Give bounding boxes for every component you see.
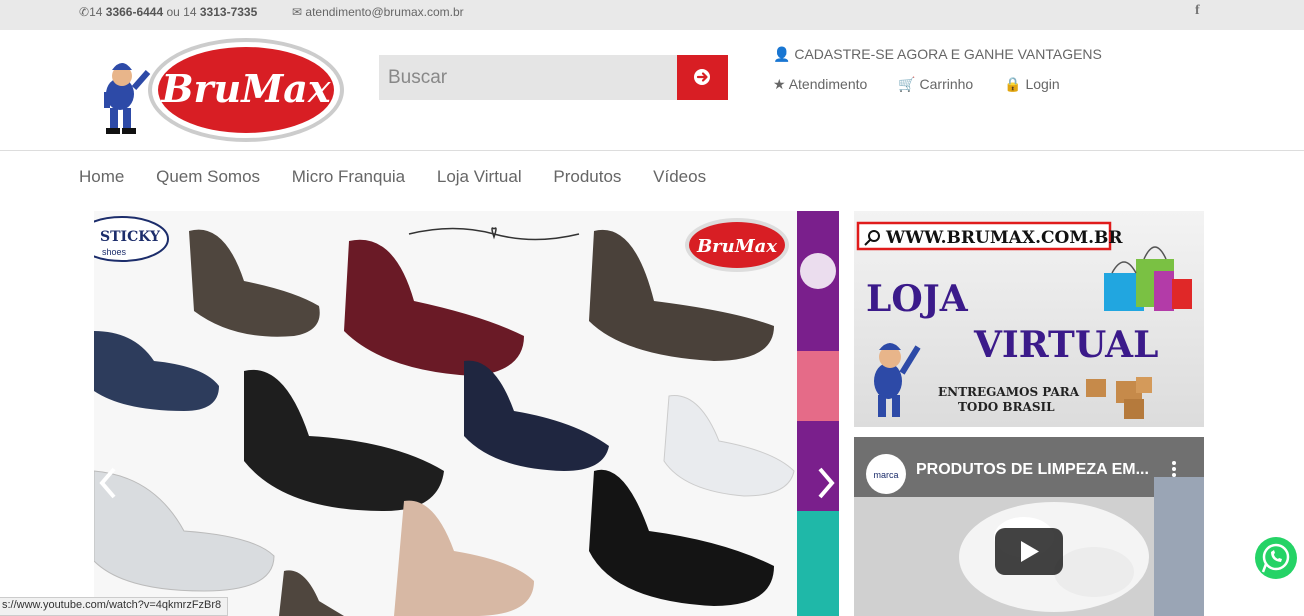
brumax-small-logo-text: BruMax xyxy=(696,236,777,257)
envelope-icon: ✉ xyxy=(292,5,303,19)
cart-icon: 🛒 xyxy=(898,76,916,92)
whatsapp-icon xyxy=(1255,537,1297,579)
phone-prefix: 14 xyxy=(89,5,103,19)
banner-title-line2: VIRTUAL xyxy=(973,324,1158,366)
mascot-icon xyxy=(874,343,921,417)
search-button[interactable] xyxy=(677,55,728,100)
brumax-logo[interactable]: BruMax xyxy=(96,36,346,144)
shopping-bags-icon xyxy=(1104,246,1192,311)
shoes-banner-image: STICKY shoes BruMax xyxy=(94,211,839,616)
phone-separator: ou 14 xyxy=(166,5,197,19)
nav-item-quem-somos[interactable]: Quem Somos xyxy=(156,167,260,187)
logo-text: BruMax xyxy=(160,66,331,111)
phone-number-1: 3366-6444 xyxy=(105,5,164,19)
header: BruMax 👤 CADAS xyxy=(0,30,1304,151)
user-icon: 👤 xyxy=(773,46,791,62)
more-vert-icon[interactable] xyxy=(1172,461,1176,477)
signup-promo-text[interactable]: CADASTRE-SE AGORA E GANHE VANTAGENS xyxy=(794,46,1102,62)
top-bar: ✆14 3366-6444 ou 14 3313-7335 ✉ atendime… xyxy=(0,0,1304,30)
banner-delivery-line1: ENTREGAMOS PARA xyxy=(938,385,1080,399)
nav-item-home[interactable]: Home xyxy=(79,167,124,187)
loja-virtual-banner[interactable]: WWW.BRUMAX.COM.BR LOJA VIRTUAL ENTREGAMO… xyxy=(854,211,1204,427)
search-box xyxy=(379,55,728,100)
signup-promo[interactable]: 👤 CADASTRE-SE AGORA E GANHE VANTAGENS xyxy=(773,46,1102,66)
nav-item-micro-franquia[interactable]: Micro Franquia xyxy=(292,167,405,187)
hero-slider[interactable]: STICKY shoes BruMax xyxy=(94,211,839,616)
sticky-brand-sub: shoes xyxy=(102,247,127,257)
search-input[interactable] xyxy=(379,55,677,100)
banner-url: WWW.BRUMAX.COM.BR xyxy=(885,228,1123,248)
nav-item-loja-virtual[interactable]: Loja Virtual xyxy=(437,167,522,187)
youtube-video-embed[interactable]: marca PRODUTOS DE LIMPEZA EM... xyxy=(854,437,1204,616)
login-label[interactable]: Login xyxy=(1025,76,1059,92)
channel-name: marca xyxy=(873,470,898,480)
star-icon: ★ xyxy=(773,76,786,92)
account-area: 👤 CADASTRE-SE AGORA E GANHE VANTAGENS ★ … xyxy=(773,46,1102,92)
boxes-icon xyxy=(1086,377,1152,419)
whatsapp-button[interactable] xyxy=(1254,536,1298,580)
email-text[interactable]: atendimento@brumax.com.br xyxy=(305,5,463,19)
main-nav: Home Quem Somos Micro Franquia Loja Virt… xyxy=(79,167,733,187)
nav-item-produtos[interactable]: Produtos xyxy=(553,167,621,187)
banner-delivery-line2: TODO BRASIL xyxy=(958,400,1055,414)
lock-icon: 🔒 xyxy=(1004,76,1022,92)
status-url: s://www.youtube.com/watch?v=4qkmrzFzBr8 xyxy=(2,599,222,611)
browser-status-bar: s://www.youtube.com/watch?v=4qkmrzFzBr8 xyxy=(0,597,229,616)
sticky-brand-text: STICKY xyxy=(100,229,161,245)
login-link[interactable]: 🔒 Login xyxy=(1004,76,1060,93)
video-title[interactable]: PRODUTOS DE LIMPEZA EM... xyxy=(916,461,1149,478)
mascot-icon xyxy=(104,63,151,134)
phone-number-2: 3313-7335 xyxy=(199,5,258,19)
phone-icon: ✆ xyxy=(79,5,90,19)
arrow-circle-right-icon xyxy=(694,69,710,85)
facebook-icon[interactable]: f xyxy=(1195,3,1200,19)
phone-info: ✆14 3366-6444 ou 14 3313-7335 xyxy=(79,5,257,19)
play-icon[interactable] xyxy=(995,528,1063,575)
email-info[interactable]: ✉ atendimento@brumax.com.br xyxy=(292,5,464,19)
atendimento-link[interactable]: ★ Atendimento xyxy=(773,76,867,93)
cart-label[interactable]: Carrinho xyxy=(920,76,974,92)
cart-link[interactable]: 🛒 Carrinho xyxy=(898,76,973,93)
account-links: ★ Atendimento 🛒 Carrinho 🔒 Login xyxy=(773,76,1087,93)
nav-item-videos[interactable]: Vídeos xyxy=(653,167,706,187)
atendimento-label[interactable]: Atendimento xyxy=(789,76,868,92)
banner-title-line1: LOJA xyxy=(866,278,969,320)
